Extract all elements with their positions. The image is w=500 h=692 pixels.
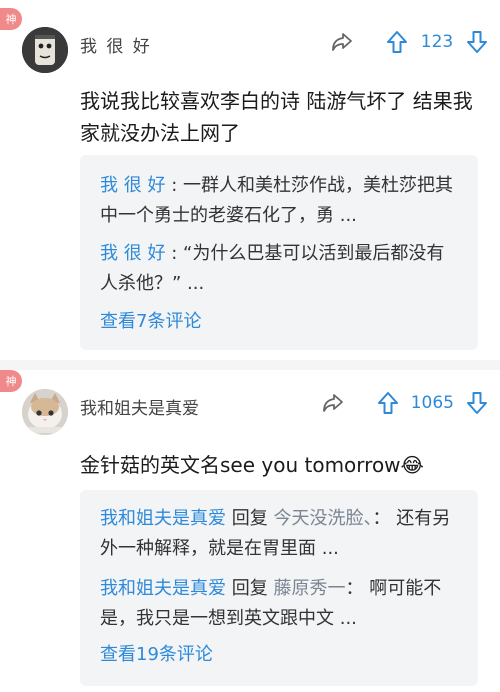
avatar[interactable]: [22, 27, 68, 73]
vote-actions: 1065: [321, 390, 488, 416]
vote-actions: 123: [330, 29, 488, 55]
reply-author[interactable]: 我和姐夫是真爱: [100, 578, 226, 599]
reply-separator: ：: [372, 508, 391, 529]
comment-text: 金针菇的英文名see you tomorrow😂: [80, 453, 424, 477]
username[interactable]: 我 很 好: [80, 32, 152, 57]
like-count: 1065: [410, 393, 454, 413]
view-more-replies-link[interactable]: 查看19条评论: [100, 640, 213, 666]
upvote-arrow-icon[interactable]: [386, 30, 408, 54]
reply-item[interactable]: 我 很 好 : 一群人和美杜莎作战，美杜莎把其中一个勇士的老婆石化了，勇 ...: [100, 171, 460, 231]
reply-separator: :: [171, 243, 178, 264]
share-icon[interactable]: [330, 31, 354, 53]
reply-item[interactable]: 我 很 好 : “为什么巴基可以活到最后都没有人杀他？” ...: [100, 239, 460, 299]
username[interactable]: 我和姐夫是真爱: [80, 394, 199, 419]
downvote-arrow-icon[interactable]: [466, 391, 488, 415]
reply-author[interactable]: 我和姐夫是真爱: [100, 508, 226, 529]
reply-item[interactable]: 我和姐夫是真爱 回复 今天没洗脸、： 还有另外一种解释，就是在胃里面 ...: [100, 504, 460, 564]
upvote-arrow-icon[interactable]: [377, 391, 399, 415]
reply-target[interactable]: 今天没洗脸、: [273, 508, 372, 529]
view-more-replies-link[interactable]: 查看7条评论: [100, 307, 201, 333]
reply-word: 回复: [231, 508, 268, 529]
comment-2: 神 我和姐夫是真爱 1065 金针菇的英文名see you tomorrow😂: [0, 370, 500, 692]
reply-word: 回复: [231, 578, 268, 599]
comment-text: 我说我比较喜欢李白的诗 陆游气坏了 结果我家就没办法上网了: [80, 89, 473, 145]
comment-divider: [0, 360, 500, 370]
reply-separator: ：: [345, 578, 364, 599]
avatar[interactable]: [22, 389, 68, 435]
like-count: 123: [420, 32, 454, 52]
reply-box[interactable]: 我 很 好 : 一群人和美杜莎作战，美杜莎把其中一个勇士的老婆石化了，勇 ...…: [80, 155, 478, 350]
reply-target[interactable]: 藤原秀一: [273, 578, 345, 599]
comment-1: 神 我 很 好 123 我说我比较喜欢李白的诗 陆游气坏了 结果我家就没办法上网…: [0, 0, 500, 360]
reply-separator: :: [171, 175, 178, 196]
god-comment-badge: 神: [0, 370, 22, 392]
reply-author[interactable]: 我 很 好: [100, 243, 165, 264]
downvote-arrow-icon[interactable]: [466, 30, 488, 54]
reply-item[interactable]: 我和姐夫是真爱 回复 藤原秀一： 啊可能不是，我只是一想到英文跟中文 ...: [100, 574, 460, 634]
reply-box[interactable]: 我和姐夫是真爱 回复 今天没洗脸、： 还有另外一种解释，就是在胃里面 ... 我…: [80, 490, 478, 686]
share-icon[interactable]: [321, 392, 345, 414]
reply-author[interactable]: 我 很 好: [100, 175, 165, 196]
god-comment-badge: 神: [0, 8, 22, 30]
